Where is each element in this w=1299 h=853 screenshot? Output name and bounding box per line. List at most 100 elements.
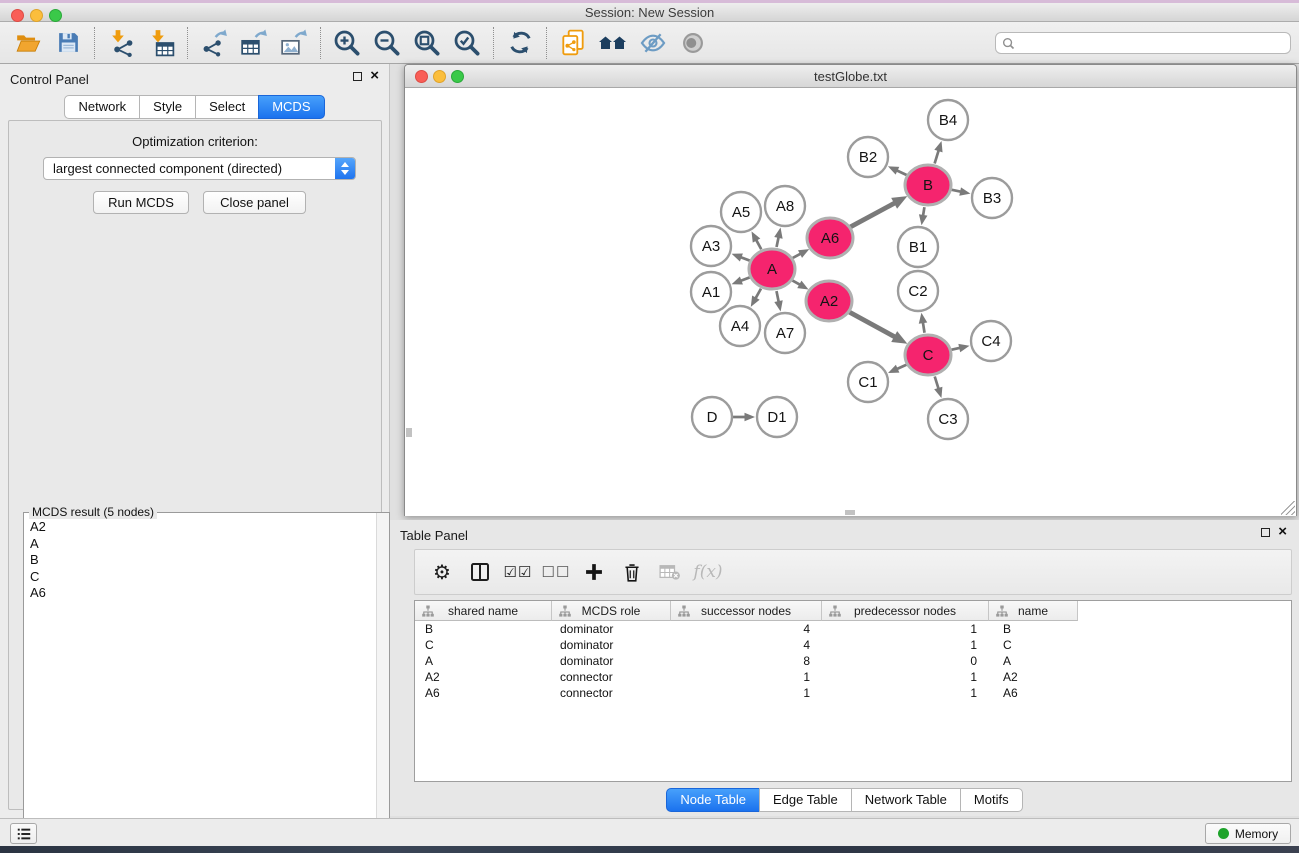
hide-others-icon[interactable] xyxy=(633,26,673,60)
tab-motifs[interactable]: Motifs xyxy=(960,788,1023,812)
graph-node-label: A xyxy=(767,261,777,278)
toolbar-separator xyxy=(493,27,494,59)
graph-edge-arrowhead xyxy=(774,300,782,311)
show-column-icon[interactable] xyxy=(461,555,499,589)
zoom-out-icon[interactable] xyxy=(367,26,407,60)
control-panel-tabs: NetworkStyleSelectMCDS xyxy=(0,95,389,119)
result-item[interactable]: C xyxy=(25,569,375,586)
tab-select[interactable]: Select xyxy=(195,95,259,119)
close-panel-button[interactable]: Close panel xyxy=(203,191,306,214)
run-mcds-button[interactable]: Run MCDS xyxy=(93,191,189,214)
tab-node-table[interactable]: Node Table xyxy=(666,788,760,812)
tab-style[interactable]: Style xyxy=(139,95,196,119)
delete-row-icon[interactable] xyxy=(613,555,651,589)
export-table-icon[interactable] xyxy=(234,26,274,60)
close-table-panel-icon[interactable]: × xyxy=(1278,527,1287,537)
refresh-icon[interactable] xyxy=(500,26,540,60)
show-all-icon[interactable] xyxy=(673,26,713,60)
graph-edge-arrowhead xyxy=(888,365,899,373)
result-scrollbar[interactable] xyxy=(376,513,389,852)
result-item[interactable]: A6 xyxy=(25,585,375,602)
table-row[interactable]: Cdominator41C xyxy=(415,637,1291,653)
save-session-icon[interactable] xyxy=(48,26,88,60)
table-cell: dominator xyxy=(552,621,671,637)
graph-edge-B-B4[interactable] xyxy=(935,149,939,163)
table-cell: connector xyxy=(552,669,671,685)
network-canvas[interactable]: AA1A2A3A4A5A6A7A8BB1B2B3B4CC1C2C3C4DD1 xyxy=(405,88,1296,516)
workspace-area: testGlobe.txt AA1A2A3A4A5A6A7A8BB1B2B3B4… xyxy=(390,64,1299,818)
app-title: Session: New Session xyxy=(0,5,1299,20)
search-field[interactable] xyxy=(995,32,1291,54)
graph-node-label: D1 xyxy=(767,409,786,426)
search-input[interactable] xyxy=(1019,34,1290,52)
zoom-in-icon[interactable] xyxy=(327,26,367,60)
result-item[interactable]: B xyxy=(25,552,375,569)
deselect-all-icon[interactable]: ☐☐ xyxy=(537,555,575,589)
table-row[interactable]: Adominator80A xyxy=(415,653,1291,669)
table-row[interactable]: A2connector11A2 xyxy=(415,669,1291,685)
graph-node-label: C2 xyxy=(908,283,927,300)
table-cell: 0 xyxy=(822,653,989,669)
select-all-icon[interactable]: ☑☑ xyxy=(499,555,537,589)
canvas-hscroll-thumb[interactable] xyxy=(845,510,855,515)
clone-network-icon[interactable] xyxy=(553,26,593,60)
graph-edge-A6-B[interactable] xyxy=(850,202,896,227)
table-settings-gear-icon[interactable]: ⚙ xyxy=(423,555,461,589)
float-table-panel-icon[interactable] xyxy=(1261,528,1270,537)
optimization-criterion-label: Optimization criterion: xyxy=(9,134,381,149)
float-panel-icon[interactable] xyxy=(353,72,362,81)
network-graph[interactable]: AA1A2A3A4A5A6A7A8BB1B2B3B4CC1C2C3C4DD1 xyxy=(405,88,1296,516)
tab-network[interactable]: Network xyxy=(64,95,140,119)
zoom-selected-icon[interactable] xyxy=(447,26,487,60)
network-window-titlebar[interactable]: testGlobe.txt xyxy=(405,65,1296,88)
tab-mcds[interactable]: MCDS xyxy=(258,95,324,119)
tab-network-table[interactable]: Network Table xyxy=(851,788,961,812)
mcds-result-box: MCDS result (5 nodes) A2ABCA6 xyxy=(23,512,390,853)
memory-button[interactable]: Memory xyxy=(1205,823,1291,844)
column-header-name[interactable]: name xyxy=(989,601,1078,621)
column-header-successor-nodes[interactable]: successor nodes xyxy=(671,601,822,621)
statusbar: Memory xyxy=(0,818,1299,846)
table-cell: 1 xyxy=(671,685,822,701)
toolbar-separator xyxy=(187,27,188,59)
delete-table-icon[interactable] xyxy=(651,555,689,589)
graph-edge-arrowhead xyxy=(732,253,743,261)
close-panel-icon[interactable]: × xyxy=(370,71,379,81)
graph-edge-arrowhead xyxy=(934,387,942,398)
table-cell: A2 xyxy=(989,669,1078,685)
table-cell: C xyxy=(989,637,1078,653)
result-item[interactable]: A xyxy=(25,536,375,553)
import-table-icon[interactable] xyxy=(141,26,181,60)
table-cell: A6 xyxy=(989,685,1078,701)
result-item[interactable]: A2 xyxy=(25,519,375,536)
graph-node-label: B xyxy=(923,177,933,194)
column-header-predecessor-nodes[interactable]: predecessor nodes xyxy=(822,601,989,621)
graph-edge-A2-C[interactable] xyxy=(849,312,896,338)
graph-edge-arrowhead xyxy=(934,141,942,152)
graph-edge-arrowhead xyxy=(888,166,899,174)
column-header-shared-name[interactable]: shared name xyxy=(415,601,552,621)
home-layout-icon[interactable] xyxy=(593,26,633,60)
application-window: Session: New Session xyxy=(0,0,1299,853)
import-network-icon[interactable] xyxy=(101,26,141,60)
graph-edge-arrowhead xyxy=(745,413,756,422)
graph-node-label: A6 xyxy=(821,230,839,247)
function-builder-icon[interactable]: f(x) xyxy=(689,555,727,589)
add-row-icon[interactable] xyxy=(575,555,613,589)
tab-edge-table[interactable]: Edge Table xyxy=(759,788,852,812)
window-resize-grip[interactable] xyxy=(1281,501,1295,515)
task-history-button[interactable] xyxy=(10,823,37,844)
toolbar-separator xyxy=(546,27,547,59)
table-cell: B xyxy=(415,621,552,637)
criterion-select[interactable]: largest connected component (directed) xyxy=(43,157,356,180)
open-file-icon[interactable] xyxy=(8,26,48,60)
export-image-icon[interactable] xyxy=(274,26,314,60)
graph-node-label: C3 xyxy=(938,411,957,428)
table-row[interactable]: A6connector11A6 xyxy=(415,685,1291,701)
canvas-vscroll-thumb[interactable] xyxy=(406,428,412,437)
export-network-icon[interactable] xyxy=(194,26,234,60)
column-header-MCDS-role[interactable]: MCDS role xyxy=(552,601,671,621)
graph-edge-C-C3[interactable] xyxy=(935,376,939,389)
table-row[interactable]: Bdominator41B xyxy=(415,621,1291,637)
zoom-fit-icon[interactable] xyxy=(407,26,447,60)
